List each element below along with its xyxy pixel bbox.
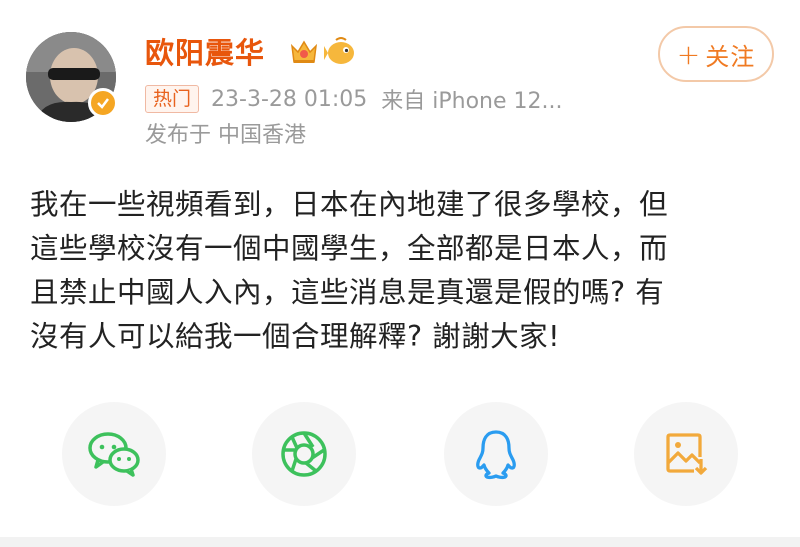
post-body-line: 這些學校沒有一個中國學生，全部都是日本人，而: [30, 232, 669, 265]
post-body-line: 我在一些視頻看到，日本在內地建了很多學校，但: [30, 188, 669, 221]
weibo-post: 欧阳震华 + 关注 热门 23-3-28 01:05 来自 iPhone 12.…: [0, 0, 800, 547]
share-qq-button[interactable]: [444, 402, 548, 506]
fish-badge-icon[interactable]: [324, 36, 358, 68]
share-wechat-button[interactable]: [62, 402, 166, 506]
share-moments-button[interactable]: [252, 402, 356, 506]
follow-button[interactable]: + 关注: [658, 26, 774, 82]
save-image-button[interactable]: [634, 402, 738, 506]
bottom-divider: [0, 537, 800, 547]
post-timestamp: 23-3-28 01:05: [211, 86, 368, 112]
verified-icon: [88, 88, 118, 118]
post-body-line: 沒有人可以給我一個合理解釋? 謝謝大家!: [30, 320, 561, 353]
post-body: 我在一些視頻看到，日本在內地建了很多學校，但 這些學校沒有一個中國學生，全部都是…: [30, 183, 775, 359]
moments-icon: [281, 431, 327, 477]
post-meta: 热门 23-3-28 01:05 来自 iPhone 12...: [145, 84, 563, 114]
wechat-icon: [88, 432, 140, 477]
post-body-line: 且禁止中國人入內，這些消息是真還是假的嗎? 有: [30, 276, 665, 309]
qq-icon: [476, 430, 516, 480]
username[interactable]: 欧阳震华: [145, 35, 265, 71]
hot-tag[interactable]: 热门: [145, 85, 200, 113]
plus-icon: +: [676, 37, 702, 71]
post-source: 来自 iPhone 12...: [381, 89, 563, 114]
crown-badge-icon[interactable]: [288, 36, 320, 68]
post-location: 发布于 中国香港: [145, 123, 306, 148]
save-image-icon: [666, 433, 708, 475]
follow-label: 关注: [705, 42, 756, 71]
